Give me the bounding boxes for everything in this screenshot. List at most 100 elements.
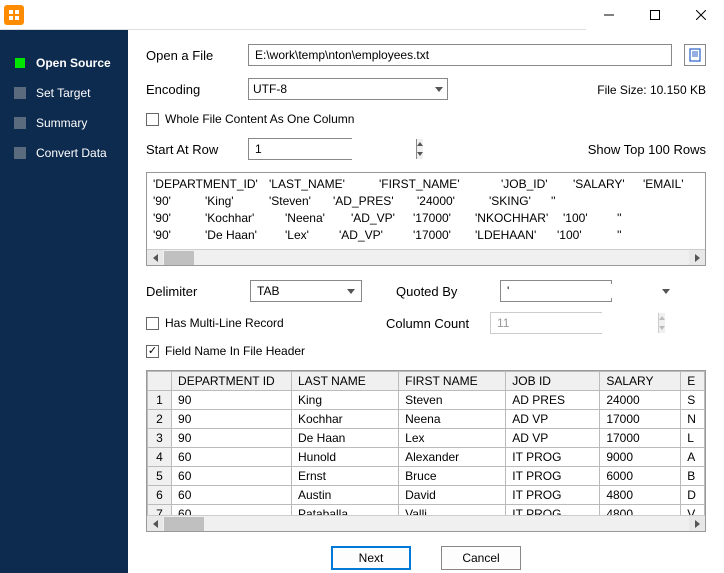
- table-cell[interactable]: IT PROG: [506, 467, 600, 486]
- scroll-right-button[interactable]: [689, 516, 705, 532]
- table-cell[interactable]: L: [681, 429, 705, 448]
- table-row[interactable]: 460HunoldAlexanderIT PROG9000A: [148, 448, 705, 467]
- encoding-label: Encoding: [146, 82, 236, 97]
- column-header[interactable]: FIRST NAME: [399, 372, 506, 391]
- table-cell[interactable]: AD VP: [506, 429, 600, 448]
- titlebar: [0, 0, 724, 30]
- column-header[interactable]: DEPARTMENT ID: [172, 372, 292, 391]
- table-row[interactable]: 560ErnstBruceIT PROG6000B: [148, 467, 705, 486]
- table-cell[interactable]: IT PROG: [506, 448, 600, 467]
- next-button[interactable]: Next: [331, 546, 411, 570]
- table-row[interactable]: 190KingStevenAD PRES24000S: [148, 391, 705, 410]
- whole-file-checkbox[interactable]: [146, 113, 159, 126]
- table-cell[interactable]: A: [681, 448, 705, 467]
- step-indicator-icon: [14, 57, 26, 69]
- column-header[interactable]: E: [681, 372, 705, 391]
- table-cell[interactable]: N: [681, 410, 705, 429]
- table-cell[interactable]: 90: [172, 410, 292, 429]
- delimiter-select[interactable]: TAB: [250, 280, 362, 302]
- row-number: 2: [148, 410, 172, 429]
- table-cell[interactable]: 9000: [600, 448, 681, 467]
- table-cell[interactable]: Bruce: [399, 467, 506, 486]
- scroll-thumb[interactable]: [164, 517, 204, 531]
- table-row[interactable]: 290KochharNeenaAD VP17000N: [148, 410, 705, 429]
- table-cell[interactable]: Ernst: [291, 467, 398, 486]
- start-row-label: Start At Row: [146, 142, 236, 157]
- table-cell[interactable]: IT PROG: [506, 486, 600, 505]
- table-cell[interactable]: 4800: [600, 486, 681, 505]
- table-cell[interactable]: 90: [172, 391, 292, 410]
- step-indicator-icon: [14, 87, 26, 99]
- multiline-label: Has Multi-Line Record: [165, 316, 284, 330]
- spinner-down-button[interactable]: [417, 149, 423, 159]
- table-cell[interactable]: Alexander: [399, 448, 506, 467]
- quoted-by-label: Quoted By: [396, 284, 486, 299]
- browse-file-button[interactable]: [684, 44, 706, 66]
- table-cell[interactable]: Neena: [399, 410, 506, 429]
- multiline-checkbox[interactable]: [146, 317, 159, 330]
- sidebar-item-summary[interactable]: Summary: [0, 108, 128, 138]
- file-size-label: File Size: 10.150 KB: [597, 82, 706, 97]
- close-button[interactable]: [678, 0, 724, 30]
- delimiter-label: Delimiter: [146, 284, 236, 299]
- start-row-input[interactable]: [249, 139, 416, 159]
- preview-h-scrollbar[interactable]: [147, 249, 705, 265]
- quoted-by-input[interactable]: [507, 284, 662, 298]
- column-header[interactable]: LAST NAME: [291, 372, 398, 391]
- table-cell[interactable]: 17000: [600, 429, 681, 448]
- column-count-field: [490, 312, 602, 334]
- row-number: 4: [148, 448, 172, 467]
- table-cell[interactable]: De Haan: [291, 429, 398, 448]
- scroll-left-button[interactable]: [147, 250, 163, 266]
- minimize-button[interactable]: [586, 0, 632, 30]
- table-cell[interactable]: 17000: [600, 410, 681, 429]
- sidebar-item-convert-data[interactable]: Convert Data: [0, 138, 128, 168]
- spinner-up-button[interactable]: [659, 313, 665, 323]
- content-panel: Open a File Encoding UTF-8 File Size: 10…: [128, 30, 724, 573]
- table-cell[interactable]: B: [681, 467, 705, 486]
- column-count-label: Column Count: [386, 316, 476, 331]
- sidebar-item-set-target[interactable]: Set Target: [0, 78, 128, 108]
- table-row[interactable]: 660AustinDavidIT PROG4800D: [148, 486, 705, 505]
- encoding-value: UTF-8: [253, 82, 287, 96]
- column-header[interactable]: JOB ID: [506, 372, 600, 391]
- table-cell[interactable]: Hunold: [291, 448, 398, 467]
- field-header-checkbox[interactable]: [146, 345, 159, 358]
- table-cell[interactable]: D: [681, 486, 705, 505]
- table-h-scrollbar[interactable]: [147, 515, 705, 531]
- table-cell[interactable]: Lex: [399, 429, 506, 448]
- table-cell[interactable]: King: [291, 391, 398, 410]
- cancel-button[interactable]: Cancel: [441, 546, 521, 570]
- table-cell[interactable]: 60: [172, 467, 292, 486]
- table-cell[interactable]: 60: [172, 486, 292, 505]
- table-cell[interactable]: David: [399, 486, 506, 505]
- sidebar-item-open-source[interactable]: Open Source: [0, 48, 128, 78]
- scroll-thumb[interactable]: [164, 251, 194, 265]
- table-cell[interactable]: 24000: [600, 391, 681, 410]
- step-indicator-icon: [14, 117, 26, 129]
- maximize-button[interactable]: [632, 0, 678, 30]
- spinner-up-button[interactable]: [417, 139, 423, 149]
- scroll-left-button[interactable]: [147, 516, 163, 532]
- spinner-down-button[interactable]: [659, 323, 665, 333]
- start-row-spinner[interactable]: [248, 138, 352, 160]
- table-cell[interactable]: Austin: [291, 486, 398, 505]
- table-row[interactable]: 390De HaanLexAD VP17000L: [148, 429, 705, 448]
- table-cell[interactable]: 90: [172, 429, 292, 448]
- raw-preview-content: 'DEPARTMENT_ID''LAST_NAME''FIRST_NAME''J…: [147, 173, 705, 249]
- table-cell[interactable]: 6000: [600, 467, 681, 486]
- table-cell[interactable]: AD PRES: [506, 391, 600, 410]
- encoding-select[interactable]: UTF-8: [248, 78, 448, 100]
- table-corner: [148, 372, 172, 391]
- table-cell[interactable]: AD VP: [506, 410, 600, 429]
- table-cell[interactable]: 60: [172, 448, 292, 467]
- table-cell[interactable]: S: [681, 391, 705, 410]
- sidebar-item-label: Set Target: [36, 86, 90, 100]
- table-cell[interactable]: Steven: [399, 391, 506, 410]
- file-path-input[interactable]: [248, 44, 672, 66]
- table-cell[interactable]: Kochhar: [291, 410, 398, 429]
- chevron-down-icon: [347, 289, 355, 294]
- scroll-right-button[interactable]: [689, 250, 705, 266]
- quoted-by-select[interactable]: [500, 280, 612, 302]
- column-header[interactable]: SALARY: [600, 372, 681, 391]
